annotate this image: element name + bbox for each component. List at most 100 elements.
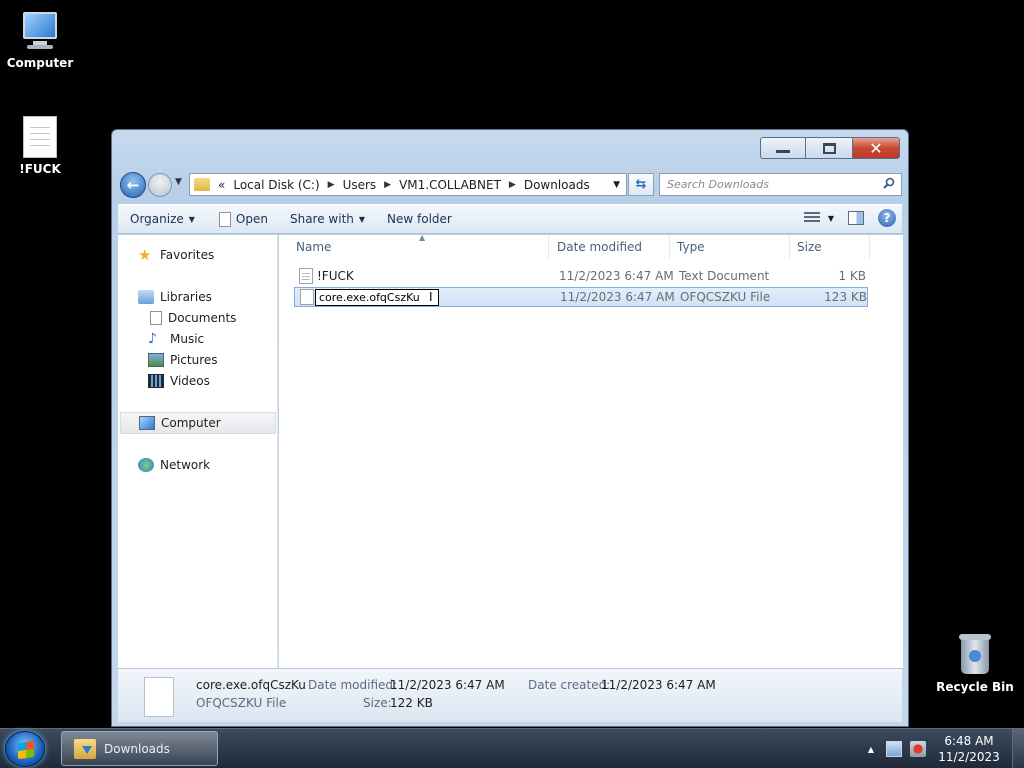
- column-header-date-modified[interactable]: Date modified: [550, 235, 670, 259]
- desktop-icon-fuck-file[interactable]: !FUCK: [0, 116, 80, 176]
- text-cursor-icon: I: [429, 290, 433, 304]
- breadcrumb-vm1-collabnet[interactable]: VM1.COLLABNET: [399, 178, 501, 192]
- forward-button[interactable]: [148, 173, 172, 197]
- search-input[interactable]: [660, 174, 870, 195]
- refresh-button[interactable]: ⇆: [628, 173, 654, 196]
- chevron-down-icon: ▼: [188, 214, 195, 224]
- nav-favorites[interactable]: ★ Favorites: [138, 248, 215, 263]
- breadcrumb-separator-icon[interactable]: ▶: [384, 180, 391, 190]
- nav-label: Music: [170, 332, 205, 346]
- open-button[interactable]: Open: [218, 211, 268, 227]
- minimize-icon: [776, 149, 790, 153]
- recycle-bin-icon: [957, 632, 993, 676]
- new-folder-button[interactable]: New folder: [387, 212, 452, 226]
- help-icon[interactable]: ?: [878, 209, 896, 227]
- column-label: Size: [797, 240, 822, 254]
- view-controls: ▼ ?: [803, 209, 896, 227]
- nav-label: Documents: [168, 311, 237, 325]
- search-box[interactable]: [659, 173, 902, 196]
- minimize-button[interactable]: [760, 137, 806, 159]
- computer-icon: [17, 10, 63, 52]
- file-size: 1 KB: [838, 269, 866, 283]
- desktop-icon-recycle-bin[interactable]: Recycle Bin: [935, 632, 1015, 694]
- nav-pictures[interactable]: Pictures: [148, 353, 218, 367]
- taskbar-explorer-button[interactable]: Downloads: [61, 731, 218, 766]
- libraries-icon: [138, 290, 154, 304]
- details-date-modified: 11/2/2023 6:47 AM: [390, 678, 505, 692]
- start-button[interactable]: [5, 731, 45, 767]
- rename-input[interactable]: [315, 289, 439, 306]
- details-pane: core.exe.ofqCszKu OFQCSZKU File Date mod…: [118, 668, 902, 722]
- chevron-down-icon: ▼: [358, 214, 366, 224]
- breadcrumb-local-disk[interactable]: Local Disk (C:): [233, 178, 319, 192]
- volume-muted-icon[interactable]: [910, 741, 926, 757]
- breadcrumb-users[interactable]: Users: [343, 178, 377, 192]
- nav-label: Computer: [161, 416, 221, 430]
- desktop-icon-computer[interactable]: Computer: [0, 10, 80, 70]
- taskbar-button-label: Downloads: [104, 741, 170, 756]
- navigation-bar: ← ▼ « Local Disk (C:) ▶ Users ▶ VM1.COLL…: [120, 172, 902, 198]
- file-date: 11/2/2023 6:47 AM: [560, 290, 675, 304]
- network-icon: [138, 458, 154, 472]
- file-icon: [144, 677, 174, 717]
- clock[interactable]: 6:48 AM 11/2/2023: [934, 733, 1004, 765]
- file-row-selected[interactable]: I 11/2/2023 6:47 AM OFQCSZKU File 123 KB: [294, 287, 868, 307]
- organize-button[interactable]: Organize ▼: [130, 212, 195, 226]
- clock-time: 6:48 AM: [944, 734, 994, 748]
- nav-label: Network: [160, 458, 211, 472]
- address-bar[interactable]: « Local Disk (C:) ▶ Users ▶ VM1.COLLABNE…: [189, 173, 627, 196]
- pictures-icon: [148, 353, 164, 367]
- show-hidden-icons-icon[interactable]: ▲: [868, 745, 874, 754]
- column-label: Date modified: [557, 240, 643, 254]
- column-header-size[interactable]: Size: [790, 235, 870, 259]
- windows-logo-icon: [18, 740, 34, 760]
- file-name: !FUCK: [317, 269, 354, 283]
- desktop-icon-label: Recycle Bin: [936, 680, 1014, 694]
- nav-libraries[interactable]: Libraries: [138, 290, 212, 304]
- column-label: Type: [677, 240, 705, 254]
- nav-label: Pictures: [170, 353, 218, 367]
- open-label: Open: [235, 212, 268, 226]
- close-button[interactable]: ✕: [852, 137, 900, 159]
- nav-videos[interactable]: Videos: [148, 374, 210, 388]
- views-icon: [803, 212, 820, 224]
- search-icon[interactable]: [883, 177, 895, 189]
- recent-pages-dropdown[interactable]: ▼: [175, 177, 182, 187]
- desktop-icon-label: !FUCK: [19, 162, 61, 176]
- nav-computer[interactable]: Computer: [120, 412, 276, 434]
- preview-pane-icon[interactable]: [848, 211, 864, 225]
- back-button[interactable]: ←: [120, 172, 146, 198]
- nav-music[interactable]: ♪ Music: [148, 332, 204, 346]
- file-icon: [218, 211, 231, 227]
- back-arrow-icon: ←: [126, 176, 140, 194]
- show-desktop-button[interactable]: [1012, 729, 1024, 768]
- column-header-name[interactable]: Name ▲: [289, 233, 549, 259]
- text-file-icon: [299, 268, 313, 284]
- file-row[interactable]: !FUCK 11/2/2023 6:47 AM Text Document 1 …: [294, 266, 868, 286]
- address-overflow[interactable]: «: [218, 178, 225, 192]
- network-tray-icon[interactable]: [886, 741, 902, 757]
- change-view-button[interactable]: ▼: [803, 212, 834, 224]
- breadcrumb-separator-icon[interactable]: ▶: [328, 180, 335, 190]
- maximize-button[interactable]: [806, 137, 852, 159]
- address-dropdown-icon[interactable]: ▼: [613, 180, 620, 190]
- share-with-button[interactable]: Share with ▼: [290, 212, 365, 226]
- downloads-folder-icon: [74, 738, 96, 759]
- sort-ascending-icon: ▲: [419, 233, 426, 242]
- chevron-down-icon: ▼: [175, 177, 182, 187]
- folder-icon: [194, 178, 210, 191]
- documents-icon: [150, 311, 162, 325]
- explorer-window: ✕ ← ▼ « Local Disk (C:) ▶ Users ▶ VM1.CO…: [111, 129, 909, 727]
- command-bar: Organize ▼ Open Share with ▼ New folder ▼ …: [118, 204, 902, 234]
- system-tray: ▲ 6:48 AM 11/2/2023: [868, 729, 1024, 768]
- text-file-icon: [23, 116, 57, 158]
- nav-label: Favorites: [160, 248, 215, 262]
- nav-network[interactable]: Network: [138, 458, 210, 472]
- breadcrumb-separator-icon[interactable]: ▶: [509, 180, 516, 190]
- share-with-label: Share with: [289, 212, 354, 226]
- details-size: 122 KB: [390, 696, 433, 710]
- column-header-type[interactable]: Type: [670, 235, 790, 259]
- nav-documents[interactable]: Documents: [150, 311, 236, 325]
- file-list: Name ▲ Date modified Type Size !FUCK 11/2…: [279, 233, 903, 668]
- breadcrumb-downloads[interactable]: Downloads: [524, 178, 590, 192]
